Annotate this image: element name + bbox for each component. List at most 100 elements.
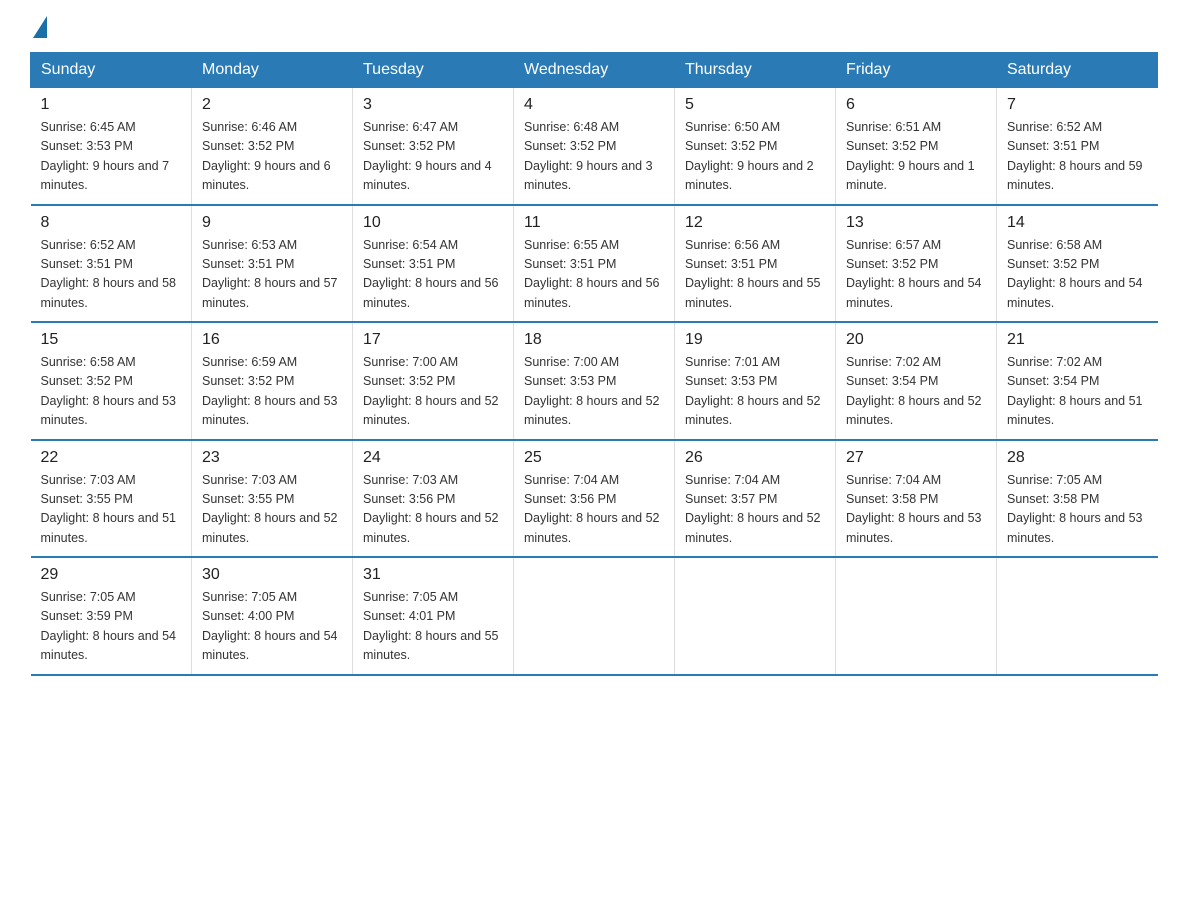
day-info: Sunrise: 6:53 AMSunset: 3:51 PMDaylight:…: [202, 238, 338, 310]
calendar-table: Sunday Monday Tuesday Wednesday Thursday…: [30, 52, 1158, 676]
day-cell: 10 Sunrise: 6:54 AMSunset: 3:51 PMDaylig…: [353, 205, 514, 323]
day-number: 19: [685, 331, 825, 349]
day-info: Sunrise: 7:05 AMSunset: 4:00 PMDaylight:…: [202, 590, 338, 662]
day-number: 26: [685, 449, 825, 467]
day-cell: 7 Sunrise: 6:52 AMSunset: 3:51 PMDayligh…: [997, 88, 1158, 205]
day-number: 4: [524, 96, 664, 114]
day-number: 18: [524, 331, 664, 349]
day-cell: 19 Sunrise: 7:01 AMSunset: 3:53 PMDaylig…: [675, 322, 836, 440]
day-number: 28: [1007, 449, 1148, 467]
day-info: Sunrise: 6:55 AMSunset: 3:51 PMDaylight:…: [524, 238, 660, 310]
col-thursday: Thursday: [675, 53, 836, 88]
day-info: Sunrise: 7:04 AMSunset: 3:57 PMDaylight:…: [685, 473, 821, 545]
day-number: 6: [846, 96, 986, 114]
col-tuesday: Tuesday: [353, 53, 514, 88]
day-info: Sunrise: 6:59 AMSunset: 3:52 PMDaylight:…: [202, 355, 338, 427]
day-info: Sunrise: 6:52 AMSunset: 3:51 PMDaylight:…: [1007, 120, 1143, 192]
day-info: Sunrise: 7:02 AMSunset: 3:54 PMDaylight:…: [846, 355, 982, 427]
day-cell: 15 Sunrise: 6:58 AMSunset: 3:52 PMDaylig…: [31, 322, 192, 440]
day-info: Sunrise: 7:05 AMSunset: 3:59 PMDaylight:…: [41, 590, 177, 662]
day-cell: 18 Sunrise: 7:00 AMSunset: 3:53 PMDaylig…: [514, 322, 675, 440]
day-number: 3: [363, 96, 503, 114]
day-info: Sunrise: 7:03 AMSunset: 3:55 PMDaylight:…: [41, 473, 177, 545]
day-number: 7: [1007, 96, 1148, 114]
week-row-1: 1 Sunrise: 6:45 AMSunset: 3:53 PMDayligh…: [31, 88, 1158, 205]
day-cell: 17 Sunrise: 7:00 AMSunset: 3:52 PMDaylig…: [353, 322, 514, 440]
day-number: 2: [202, 96, 342, 114]
day-number: 25: [524, 449, 664, 467]
day-number: 23: [202, 449, 342, 467]
col-sunday: Sunday: [31, 53, 192, 88]
day-number: 14: [1007, 214, 1148, 232]
day-info: Sunrise: 7:05 AMSunset: 3:58 PMDaylight:…: [1007, 473, 1143, 545]
day-info: Sunrise: 7:04 AMSunset: 3:56 PMDaylight:…: [524, 473, 660, 545]
day-info: Sunrise: 6:54 AMSunset: 3:51 PMDaylight:…: [363, 238, 499, 310]
day-cell: 9 Sunrise: 6:53 AMSunset: 3:51 PMDayligh…: [192, 205, 353, 323]
day-cell: 30 Sunrise: 7:05 AMSunset: 4:00 PMDaylig…: [192, 557, 353, 675]
day-cell: 3 Sunrise: 6:47 AMSunset: 3:52 PMDayligh…: [353, 88, 514, 205]
day-info: Sunrise: 6:45 AMSunset: 3:53 PMDaylight:…: [41, 120, 170, 192]
day-cell: 20 Sunrise: 7:02 AMSunset: 3:54 PMDaylig…: [836, 322, 997, 440]
day-cell: 11 Sunrise: 6:55 AMSunset: 3:51 PMDaylig…: [514, 205, 675, 323]
day-info: Sunrise: 6:52 AMSunset: 3:51 PMDaylight:…: [41, 238, 177, 310]
day-number: 8: [41, 214, 182, 232]
day-info: Sunrise: 7:01 AMSunset: 3:53 PMDaylight:…: [685, 355, 821, 427]
col-wednesday: Wednesday: [514, 53, 675, 88]
day-cell: 23 Sunrise: 7:03 AMSunset: 3:55 PMDaylig…: [192, 440, 353, 558]
day-number: 31: [363, 566, 503, 584]
day-cell: 6 Sunrise: 6:51 AMSunset: 3:52 PMDayligh…: [836, 88, 997, 205]
logo-triangle-icon: [33, 16, 47, 38]
header-row: Sunday Monday Tuesday Wednesday Thursday…: [31, 53, 1158, 88]
day-cell: 12 Sunrise: 6:56 AMSunset: 3:51 PMDaylig…: [675, 205, 836, 323]
day-number: 10: [363, 214, 503, 232]
day-cell: 5 Sunrise: 6:50 AMSunset: 3:52 PMDayligh…: [675, 88, 836, 205]
day-cell: 31 Sunrise: 7:05 AMSunset: 4:01 PMDaylig…: [353, 557, 514, 675]
logo: [30, 20, 47, 34]
week-row-2: 8 Sunrise: 6:52 AMSunset: 3:51 PMDayligh…: [31, 205, 1158, 323]
day-info: Sunrise: 7:00 AMSunset: 3:52 PMDaylight:…: [363, 355, 499, 427]
day-number: 9: [202, 214, 342, 232]
day-number: 5: [685, 96, 825, 114]
day-cell: [514, 557, 675, 675]
day-number: 11: [524, 214, 664, 232]
day-cell: [836, 557, 997, 675]
day-cell: 2 Sunrise: 6:46 AMSunset: 3:52 PMDayligh…: [192, 88, 353, 205]
day-cell: 13 Sunrise: 6:57 AMSunset: 3:52 PMDaylig…: [836, 205, 997, 323]
day-number: 1: [41, 96, 182, 114]
day-number: 22: [41, 449, 182, 467]
day-info: Sunrise: 6:47 AMSunset: 3:52 PMDaylight:…: [363, 120, 492, 192]
week-row-4: 22 Sunrise: 7:03 AMSunset: 3:55 PMDaylig…: [31, 440, 1158, 558]
day-info: Sunrise: 6:57 AMSunset: 3:52 PMDaylight:…: [846, 238, 982, 310]
day-number: 17: [363, 331, 503, 349]
day-info: Sunrise: 6:50 AMSunset: 3:52 PMDaylight:…: [685, 120, 814, 192]
day-cell: 22 Sunrise: 7:03 AMSunset: 3:55 PMDaylig…: [31, 440, 192, 558]
col-friday: Friday: [836, 53, 997, 88]
day-info: Sunrise: 6:51 AMSunset: 3:52 PMDaylight:…: [846, 120, 975, 192]
day-info: Sunrise: 7:02 AMSunset: 3:54 PMDaylight:…: [1007, 355, 1143, 427]
day-info: Sunrise: 7:05 AMSunset: 4:01 PMDaylight:…: [363, 590, 499, 662]
day-cell: 4 Sunrise: 6:48 AMSunset: 3:52 PMDayligh…: [514, 88, 675, 205]
day-info: Sunrise: 7:03 AMSunset: 3:55 PMDaylight:…: [202, 473, 338, 545]
day-cell: 24 Sunrise: 7:03 AMSunset: 3:56 PMDaylig…: [353, 440, 514, 558]
day-number: 21: [1007, 331, 1148, 349]
day-cell: 26 Sunrise: 7:04 AMSunset: 3:57 PMDaylig…: [675, 440, 836, 558]
day-cell: 25 Sunrise: 7:04 AMSunset: 3:56 PMDaylig…: [514, 440, 675, 558]
day-number: 13: [846, 214, 986, 232]
day-cell: 29 Sunrise: 7:05 AMSunset: 3:59 PMDaylig…: [31, 557, 192, 675]
day-info: Sunrise: 6:56 AMSunset: 3:51 PMDaylight:…: [685, 238, 821, 310]
day-number: 15: [41, 331, 182, 349]
day-info: Sunrise: 6:48 AMSunset: 3:52 PMDaylight:…: [524, 120, 653, 192]
day-number: 12: [685, 214, 825, 232]
day-cell: [675, 557, 836, 675]
day-info: Sunrise: 7:03 AMSunset: 3:56 PMDaylight:…: [363, 473, 499, 545]
header: [30, 20, 1158, 34]
day-number: 24: [363, 449, 503, 467]
day-cell: 16 Sunrise: 6:59 AMSunset: 3:52 PMDaylig…: [192, 322, 353, 440]
day-info: Sunrise: 7:00 AMSunset: 3:53 PMDaylight:…: [524, 355, 660, 427]
day-cell: [997, 557, 1158, 675]
week-row-5: 29 Sunrise: 7:05 AMSunset: 3:59 PMDaylig…: [31, 557, 1158, 675]
day-number: 30: [202, 566, 342, 584]
day-number: 20: [846, 331, 986, 349]
day-number: 16: [202, 331, 342, 349]
day-info: Sunrise: 6:46 AMSunset: 3:52 PMDaylight:…: [202, 120, 331, 192]
